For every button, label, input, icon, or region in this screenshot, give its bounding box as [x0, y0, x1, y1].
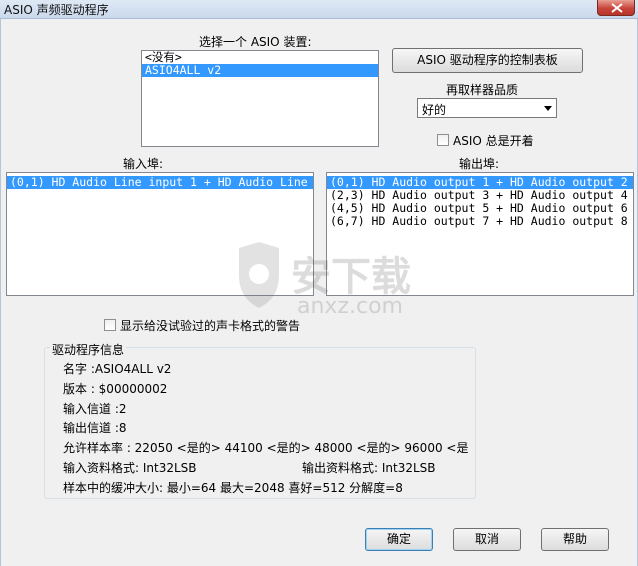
device-label: 选择一个 ASIO 装置: — [199, 35, 312, 49]
driver-input-channels: 输入信道 :2 — [63, 402, 127, 416]
driver-output-format: 输出资料格式: Int32LSB — [302, 461, 436, 475]
driver-buffer-sizes: 样本中的缓冲大小: 最小=64 最大=2048 喜好=512 分解度=8 — [63, 481, 403, 495]
cancel-button[interactable]: 取消 — [453, 528, 521, 551]
ok-button[interactable]: 确定 — [365, 528, 433, 551]
device-listbox[interactable]: <没有> ASIO4ALL v2 — [141, 50, 379, 147]
driver-sample-rates: 允许样本率 : 22050 <是的> 44100 <是的> 48000 <是的>… — [63, 441, 469, 455]
output-ports-label: 输出埠: — [459, 157, 500, 171]
watermark-logo: 安下载 anxz.com — [209, 236, 429, 326]
output-port-item[interactable]: (6,7) HD Audio output 7 + HD Audio outpu… — [327, 215, 633, 228]
asio-always-on-checkbox[interactable] — [437, 134, 449, 146]
untested-formats-label: 显示给没试验过的声卡格式的警告 — [120, 319, 301, 333]
driver-info-title: 驱动程序信息 — [50, 341, 127, 358]
untested-formats-checkbox[interactable] — [104, 319, 116, 331]
driver-input-format: 输入资料格式: Int32LSB — [63, 461, 197, 475]
watermark-domain: anxz.com — [297, 294, 403, 319]
control-panel-button[interactable]: ASIO 驱动程序的控制表板 — [392, 48, 583, 73]
window-title: ASIO 声频驱动程序 — [4, 3, 109, 17]
device-item-asio4all[interactable]: ASIO4ALL v2 — [142, 64, 378, 77]
driver-name: 名字 :ASIO4ALL v2 — [63, 362, 172, 376]
close-icon — [611, 3, 623, 13]
input-port-item[interactable]: (0,1) HD Audio Line input 1 + HD Audio L… — [7, 176, 313, 189]
close-button[interactable] — [597, 0, 635, 16]
driver-output-channels: 输出信道 :8 — [63, 421, 127, 435]
driver-version: 版本 : $00000002 — [63, 382, 168, 396]
resample-label: 再取样器品质 — [446, 83, 519, 97]
input-ports-label: 输入埠: — [123, 157, 164, 171]
asio-always-on-label: ASIO 总是开着 — [453, 134, 534, 148]
help-button[interactable]: 帮助 — [541, 528, 609, 551]
resample-select[interactable]: 好的 — [417, 98, 557, 118]
chevron-down-icon — [544, 106, 552, 111]
title-bar[interactable]: ASIO 声频驱动程序 — [0, 0, 638, 19]
resample-value: 好的 — [422, 103, 447, 117]
